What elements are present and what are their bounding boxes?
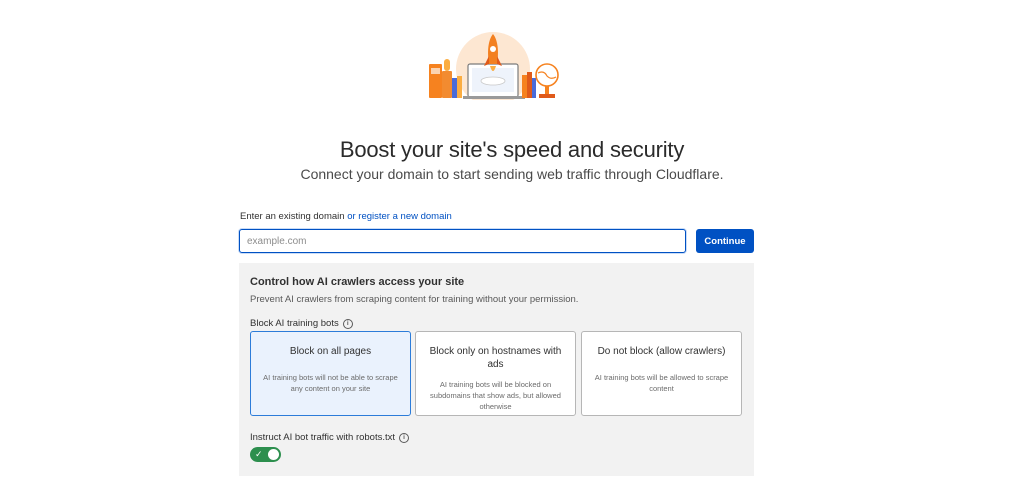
- domain-label-text: Enter an existing domain: [240, 211, 345, 222]
- block-ai-bots-label: Block AI training bots i: [250, 318, 353, 329]
- info-icon[interactable]: i: [399, 432, 410, 443]
- page-title: Boost your site's speed and security: [339, 137, 685, 162]
- option-description: AI training bots will be blocked on subd…: [430, 380, 561, 411]
- robots-txt-label: Instruct AI bot traffic with robots.txt …: [250, 432, 410, 443]
- register-domain-link[interactable]: or register a new domain: [347, 211, 452, 222]
- block-ai-bots-label-text: Block AI training bots: [250, 318, 339, 329]
- option-do-not-block[interactable]: Do not block (allow crawlers) AI trainin…: [581, 331, 742, 416]
- robots-txt-label-text: Instruct AI bot traffic with robots.txt: [250, 432, 396, 443]
- option-title: Block only on hostnames with ads: [429, 346, 562, 370]
- ai-crawlers-title: Control how AI crawlers access your site: [250, 276, 465, 288]
- robots-txt-toggle[interactable]: ✓: [250, 447, 281, 462]
- option-title: Block on all pages: [289, 346, 372, 357]
- info-icon[interactable]: i: [342, 318, 353, 329]
- continue-button[interactable]: Continue: [696, 229, 754, 253]
- option-block-all-pages[interactable]: Block on all pages AI training bots will…: [250, 331, 411, 416]
- option-description: AI training bots will not be able to scr…: [263, 373, 398, 393]
- ai-crawlers-description: Prevent AI crawlers from scraping conten…: [250, 294, 579, 305]
- hero-illustration: [429, 32, 559, 100]
- domain-input[interactable]: [239, 229, 686, 253]
- check-icon: ✓: [255, 449, 263, 459]
- option-title: Do not block (allow crawlers): [597, 346, 726, 357]
- option-description: AI training bots will be allowed to scra…: [594, 373, 729, 393]
- toggle-knob: [268, 449, 279, 460]
- option-block-hostnames-with-ads[interactable]: Block only on hostnames with ads AI trai…: [415, 331, 576, 416]
- ai-crawlers-panel: Control how AI crawlers access your site…: [239, 263, 754, 476]
- domain-label: Enter an existing domain or register a n…: [240, 211, 452, 222]
- page-subtitle: Connect your domain to start sending web…: [300, 166, 724, 182]
